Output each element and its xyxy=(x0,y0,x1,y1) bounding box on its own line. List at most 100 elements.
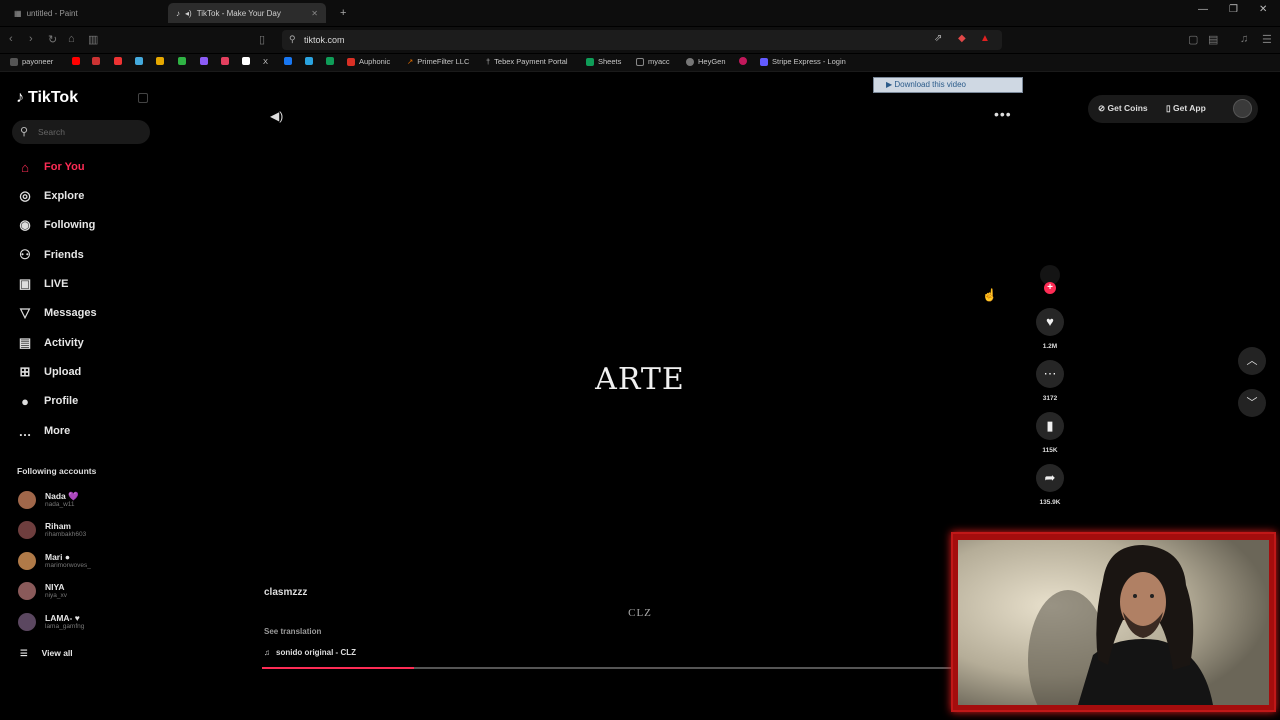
close-window-icon[interactable]: ✕ xyxy=(1259,4,1267,15)
tab-title: untitled - Paint xyxy=(26,8,78,18)
user-avatar[interactable] xyxy=(1233,99,1252,118)
bookmark-instagram[interactable] xyxy=(221,57,229,65)
bookmark-2[interactable] xyxy=(92,57,100,65)
download-label: Download this video xyxy=(894,80,966,89)
chevron-up-icon: ︿ xyxy=(1246,355,1258,367)
new-tab-button[interactable]: + xyxy=(332,3,354,23)
tiktok-icon xyxy=(242,57,250,65)
volume-icon[interactable]: ◀) xyxy=(270,109,283,123)
tab-tiktok[interactable]: ♪ ◂) TikTok - Make Your Day ✕ xyxy=(168,3,326,23)
bookmark-myacc[interactable]: myacc xyxy=(636,57,670,66)
comment-button[interactable]: ⋯ xyxy=(1036,360,1064,388)
bookmark-kick[interactable] xyxy=(178,57,186,65)
next-video-button[interactable]: ﹀ xyxy=(1238,389,1266,417)
bookmark-heygen[interactable]: HeyGen xyxy=(686,57,726,66)
bookmark-18[interactable] xyxy=(739,57,747,65)
bookmark-12[interactable] xyxy=(326,57,334,65)
list-icon: ☰ xyxy=(20,648,28,658)
search-icon: ⚲ xyxy=(20,126,29,138)
forward-icon[interactable]: › xyxy=(29,33,33,45)
following-account-item[interactable]: NIYA niya_xv xyxy=(18,579,67,603)
bookmark-label: myacc xyxy=(648,57,670,66)
sidebar-item-live[interactable]: ▣ LIVE xyxy=(16,274,69,294)
follow-plus-icon[interactable]: + xyxy=(1044,282,1056,294)
bookmark-icon xyxy=(326,57,334,65)
sheets-icon xyxy=(586,57,594,66)
bookmark-icon[interactable]: ▯ xyxy=(259,33,265,46)
wallet-icon[interactable]: ▤ xyxy=(1208,33,1218,46)
sidebar-item-more[interactable]: … More xyxy=(16,421,71,441)
sidebar-item-activity[interactable]: ▤ Activity xyxy=(16,333,84,353)
webcam-person-image xyxy=(958,540,1269,705)
bookmark-tiktok[interactable] xyxy=(242,57,250,65)
restore-icon[interactable]: ❐ xyxy=(1229,4,1238,15)
get-coins-button[interactable]: ⊘ Get Coins xyxy=(1098,103,1148,114)
bookmark-youtube[interactable] xyxy=(72,57,80,65)
sidebar-item-explore[interactable]: ◎ Explore xyxy=(16,186,84,206)
bookmark-primefilter[interactable]: ↗ PrimeFilter LLC xyxy=(407,57,469,66)
bookmark-x[interactable]: X xyxy=(263,57,268,66)
tiktok-logo[interactable]: ♪ TikTok xyxy=(16,89,78,107)
download-video-button[interactable]: ▶ Download this video xyxy=(873,77,1023,93)
bookmark-label: payoneer xyxy=(22,57,54,66)
following-account-item[interactable]: Nada 💜 nada_w11 xyxy=(18,488,79,512)
see-translation-link[interactable]: See translation xyxy=(264,627,321,636)
back-icon[interactable]: ‹ xyxy=(9,33,13,45)
extension-shield-icon[interactable]: ◆ xyxy=(958,33,966,44)
tab-paint[interactable]: ▦ untitled - Paint xyxy=(6,3,166,23)
home-icon[interactable]: ⌂ xyxy=(68,33,75,45)
sidebar-item-upload[interactable]: ⊞ Upload xyxy=(16,362,82,382)
bookmark-tebex[interactable]: † Tebex Payment Portal xyxy=(486,57,568,66)
sidebar-toggle-icon[interactable]: ▥ xyxy=(88,33,98,46)
sidebar-item-label: Upload xyxy=(44,366,82,378)
view-all-button[interactable]: ☰ View all xyxy=(20,648,73,659)
sidebar-item-following[interactable]: ◉ Following xyxy=(16,215,95,235)
bookmark-7[interactable] xyxy=(200,57,208,65)
bookmark-5[interactable] xyxy=(156,57,164,65)
friends-icon: ⚇ xyxy=(19,247,31,262)
share-icon[interactable]: ⇗ xyxy=(934,33,942,44)
close-tab-icon[interactable]: ✕ xyxy=(311,9,318,18)
reload-icon[interactable]: ↻ xyxy=(48,33,57,46)
sidebar-item-profile[interactable]: ● Profile xyxy=(16,391,78,411)
following-account-item[interactable]: Riham rihambakh603 xyxy=(18,518,86,542)
extension-alert-icon[interactable]: ▲ xyxy=(980,33,990,44)
sidebar-item-label: Profile xyxy=(44,395,79,407)
video-author[interactable]: clasmzzz xyxy=(264,587,307,598)
sound-link[interactable]: ♫ sonido original - CLZ xyxy=(264,648,356,657)
bookmark-payoneer[interactable]: payoneer xyxy=(10,57,53,66)
address-bar[interactable]: ⚲ tiktok.com ⇗ ◆ ▲ xyxy=(282,30,1002,50)
bookmark-auphonic[interactable]: Auphonic xyxy=(347,57,390,66)
bookmark-telegram[interactable] xyxy=(305,57,313,65)
more-icon: … xyxy=(18,423,32,439)
sidebar-item-friends[interactable]: ⚇ Friends xyxy=(16,245,84,265)
previous-video-button[interactable]: ︿ xyxy=(1238,347,1266,375)
following-account-item[interactable]: LAMA- ♥ lama_gamfng xyxy=(18,610,84,634)
bookmark-facebook[interactable] xyxy=(284,57,292,65)
bookmark-sheets[interactable]: Sheets xyxy=(586,57,621,66)
sidebar-item-messages[interactable]: ▽ Messages xyxy=(16,303,97,323)
following-account-item[interactable]: Mari ● marimorwoves_ xyxy=(18,549,91,573)
minimize-icon[interactable]: — xyxy=(1198,4,1208,15)
collapse-sidebar-icon[interactable] xyxy=(138,93,148,103)
bookmark-stripe[interactable]: Stripe Express - Login xyxy=(760,57,846,66)
save-button[interactable]: ▮ xyxy=(1036,412,1064,440)
tab-search-icon[interactable]: ▢ xyxy=(1188,33,1198,46)
share-button[interactable]: ➦ xyxy=(1036,464,1064,492)
video-overlay-title: ARTE xyxy=(595,362,685,397)
bookmark-4[interactable] xyxy=(135,57,143,65)
bookmark-3[interactable] xyxy=(114,57,122,65)
like-button[interactable]: ♥ xyxy=(1036,308,1064,336)
site-info-icon[interactable]: ⚲ xyxy=(289,34,296,45)
account-name: Mari ● xyxy=(45,551,70,562)
bookmark-icon xyxy=(200,57,208,65)
like-count: 1.2M xyxy=(1042,343,1058,350)
sidebar-item-for-you[interactable]: ⌂ For You xyxy=(16,157,84,177)
get-app-button[interactable]: ▯ Get App xyxy=(1166,103,1206,114)
menu-icon[interactable]: ☰ xyxy=(1262,33,1272,46)
sound-label: sonido original - CLZ xyxy=(276,648,356,657)
media-icon[interactable]: ♫ xyxy=(1240,33,1248,45)
logo-text: TikTok xyxy=(28,89,79,106)
more-options-icon[interactable]: ••• xyxy=(994,106,1012,122)
search-input[interactable]: ⚲ Search xyxy=(12,120,150,144)
